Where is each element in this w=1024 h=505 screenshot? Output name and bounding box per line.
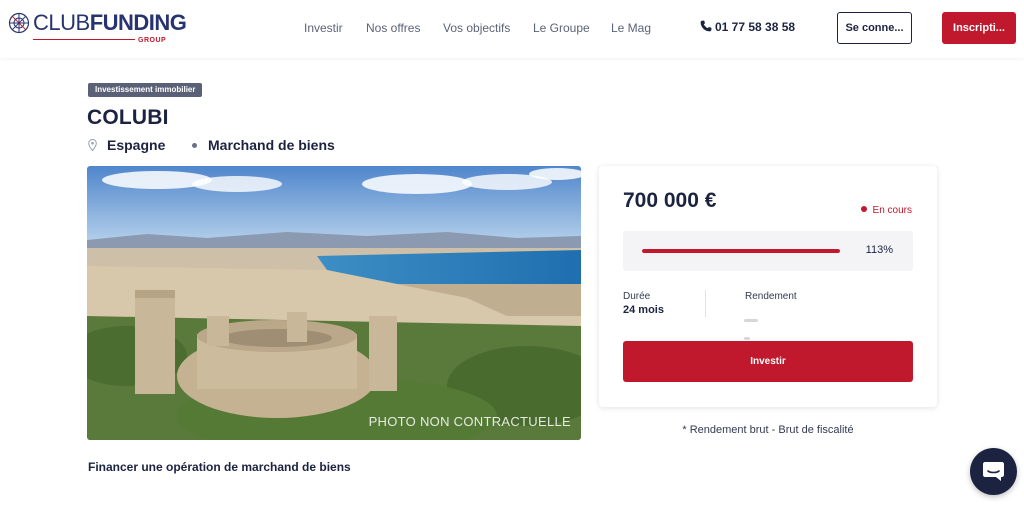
- nav-item-le-mag[interactable]: Le Mag: [611, 21, 651, 35]
- nav-item-nos-offres[interactable]: Nos offres: [366, 21, 420, 35]
- phone-link[interactable]: 01 77 58 38 58: [700, 20, 795, 34]
- section-heading: Financer une opération de marchand de bi…: [88, 460, 351, 474]
- yield-value-placeholder: [744, 309, 768, 340]
- yield-label: Rendement: [745, 291, 797, 302]
- nav-item-investir[interactable]: Investir: [304, 21, 343, 35]
- logo-globe-icon: [8, 12, 30, 34]
- investment-card: 700 000 € En cours 113% Durée 24 mois Re…: [599, 166, 937, 407]
- funding-progress: 113%: [623, 231, 913, 271]
- status-text: En cours: [872, 205, 912, 216]
- palma-castle-illustration: [87, 166, 581, 440]
- progress-track: [642, 249, 840, 253]
- progress-fill: [642, 249, 840, 253]
- signup-button[interactable]: Inscripti...: [942, 12, 1016, 44]
- project-title: COLUBI: [87, 106, 169, 129]
- duration-value: 24 mois: [623, 304, 664, 316]
- logo-club-text: CLUB: [33, 10, 90, 35]
- chat-button[interactable]: [970, 448, 1017, 495]
- phone-number: 01 77 58 38 58: [715, 20, 796, 34]
- stat-divider: [705, 290, 706, 317]
- nav-item-le-groupe[interactable]: Le Groupe: [533, 21, 590, 35]
- photo-caption: PHOTO NON CONTRACTUELLE: [368, 414, 571, 429]
- status-dot: [860, 206, 867, 212]
- collected-amount: 700 000 €: [623, 189, 717, 212]
- project-photo: PHOTO NON CONTRACTUELLE: [87, 166, 581, 440]
- yield-footnote: * Rendement brut - Brut de fiscalité: [682, 424, 854, 436]
- logo-group-text: GROUP: [138, 37, 167, 44]
- project-type: Marchand de biens: [208, 137, 335, 153]
- progress-label: 113%: [865, 244, 893, 256]
- project-country: Espagne: [107, 137, 166, 153]
- meta-separator-dot: [192, 143, 197, 148]
- clubfunding-logo[interactable]: CLUBFUNDING GROUP: [8, 10, 187, 46]
- site-header: CLUBFUNDING GROUP Investir Nos offres Vo…: [0, 0, 1024, 58]
- location-pin-icon: [88, 139, 97, 151]
- duration-label: Durée: [623, 291, 651, 302]
- phone-icon: [700, 20, 712, 32]
- login-button[interactable]: Se conne...: [837, 12, 912, 44]
- nav-item-vos-objectifs[interactable]: Vos objectifs: [443, 21, 510, 35]
- status-badge: En cours: [860, 205, 912, 216]
- logo-funding-text: FUNDING: [89, 10, 187, 35]
- logo-underline: [33, 39, 135, 40]
- chat-icon: [983, 462, 1004, 481]
- logo-wordmark: CLUBFUNDING: [33, 10, 187, 36]
- category-tag: Investissement immobilier: [88, 83, 203, 97]
- invest-button[interactable]: Investir: [623, 341, 913, 382]
